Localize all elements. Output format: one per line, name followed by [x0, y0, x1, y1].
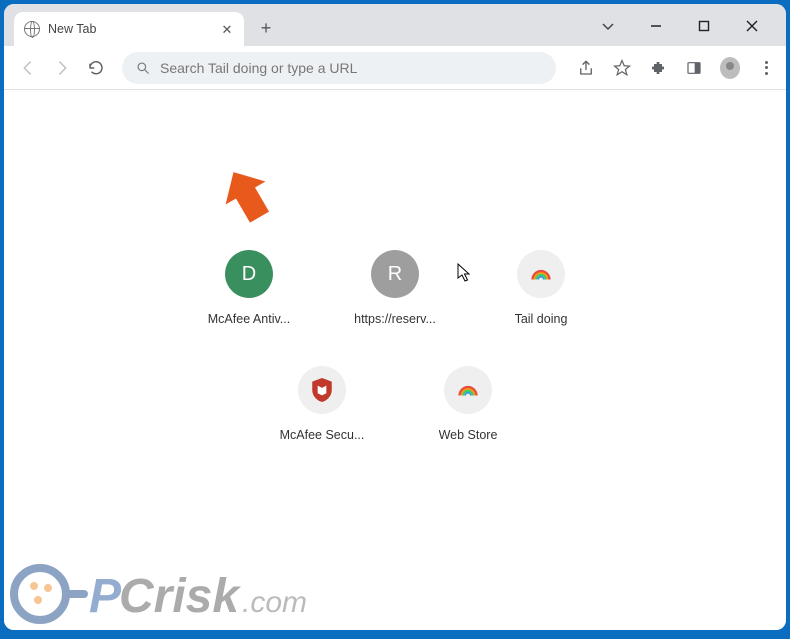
shortcut-label: McAfee Secu... [280, 428, 365, 442]
toolbar-actions [568, 58, 776, 78]
menu-button[interactable] [756, 58, 776, 78]
shortcut-web-store[interactable]: Web Store [423, 366, 513, 442]
annotation-arrow [214, 164, 284, 239]
omnibox-placeholder: Search Tail doing or type a URL [160, 60, 542, 76]
shortcut-row-1: D McAfee Antiv... R https://reserv... [204, 250, 586, 326]
rainbow-icon [530, 263, 552, 285]
shortcut-icon [298, 366, 346, 414]
shortcut-icon [517, 250, 565, 298]
tab-title: New Tab [48, 22, 212, 36]
shortcut-icon: R [371, 250, 419, 298]
rainbow-icon [457, 379, 479, 401]
shield-icon [309, 377, 335, 403]
minimize-button[interactable] [642, 20, 670, 32]
shortcuts-grid: D McAfee Antiv... R https://reserv... [204, 250, 586, 442]
avatar-icon [720, 57, 740, 79]
profile-button[interactable] [720, 58, 740, 78]
shortcut-label: McAfee Antiv... [208, 312, 290, 326]
reload-button[interactable] [82, 54, 110, 82]
bookmark-button[interactable] [612, 58, 632, 78]
shortcut-icon: D [225, 250, 273, 298]
search-icon [136, 61, 150, 75]
extensions-button[interactable] [648, 58, 668, 78]
browser-tab[interactable]: New Tab ✕ [14, 12, 244, 46]
close-tab-button[interactable]: ✕ [220, 22, 234, 36]
shortcut-label: Web Store [439, 428, 498, 442]
shortcut-row-2: McAfee Secu... Web Store [277, 366, 513, 442]
browser-window: New Tab ✕ + Search Tail doing or type a … [4, 4, 786, 630]
content-area: D McAfee Antiv... R https://reserv... [4, 90, 786, 630]
tab-search-button[interactable] [594, 20, 622, 32]
new-tab-button[interactable]: + [252, 14, 280, 42]
shortcut-reserv[interactable]: R https://reserv... [350, 250, 440, 326]
forward-button[interactable] [48, 54, 76, 82]
shortcut-mcafee-antiv[interactable]: D McAfee Antiv... [204, 250, 294, 326]
shortcut-label: https://reserv... [354, 312, 436, 326]
shortcut-label: Tail doing [515, 312, 568, 326]
toolbar: Search Tail doing or type a URL [4, 46, 786, 90]
shortcut-mcafee-secu[interactable]: McAfee Secu... [277, 366, 367, 442]
window-controls [578, 8, 782, 44]
omnibox[interactable]: Search Tail doing or type a URL [122, 52, 556, 84]
maximize-button[interactable] [690, 20, 718, 32]
back-button[interactable] [14, 54, 42, 82]
shortcut-icon [444, 366, 492, 414]
sidepanel-button[interactable] [684, 58, 704, 78]
close-window-button[interactable] [738, 20, 766, 32]
menu-dots-icon [765, 61, 768, 75]
share-button[interactable] [576, 58, 596, 78]
globe-icon [24, 21, 40, 37]
shortcut-tail-doing[interactable]: Tail doing [496, 250, 586, 326]
